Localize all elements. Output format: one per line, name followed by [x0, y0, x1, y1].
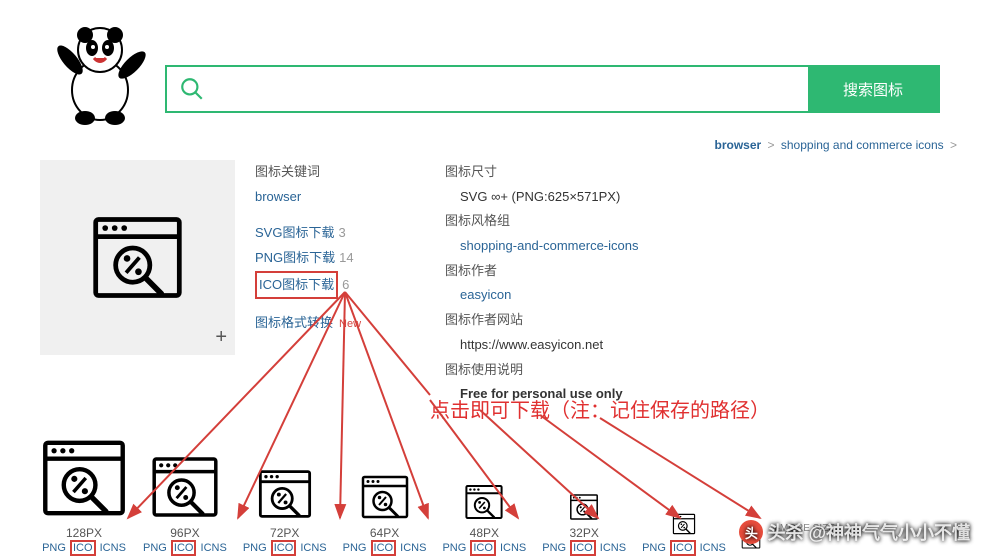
site-label: 图标作者网站 — [445, 308, 725, 333]
fmt-icns[interactable]: ICNS — [699, 542, 727, 554]
search-input[interactable] — [217, 67, 808, 111]
search-icon — [167, 67, 217, 111]
ico-download-link[interactable]: ICO图标下载 — [259, 277, 334, 292]
size-px-label: 96PX — [170, 526, 199, 540]
watermark-icon: 头 — [739, 520, 763, 544]
size-item-72PX: 72PXPNG ICO ICNS — [242, 432, 328, 554]
size-formats: PNG ICO ICNS — [441, 542, 527, 554]
fmt-ico[interactable]: ICO — [670, 540, 696, 556]
browser-percent-icon[interactable] — [40, 434, 128, 522]
search-button[interactable]: 搜索图标 — [808, 67, 938, 111]
search-bar: 搜索图标 — [165, 65, 940, 113]
png-download-link[interactable]: PNG图标下载 — [255, 250, 335, 265]
fmt-icns[interactable]: ICNS — [499, 542, 527, 554]
fmt-ico[interactable]: ICO — [271, 540, 297, 556]
size-formats: PNG ICO ICNS — [242, 542, 328, 554]
size-item-128PX: 128PX PNG ICO ICNS — [40, 432, 128, 554]
fmt-png[interactable]: PNG — [142, 542, 168, 554]
fmt-ico[interactable]: ICO — [70, 540, 96, 556]
browser-percent-icon[interactable] — [464, 482, 504, 522]
fmt-png[interactable]: PNG — [41, 542, 67, 554]
fmt-png[interactable]: PNG — [342, 542, 368, 554]
new-badge: New — [333, 318, 361, 330]
size-item-32PX: 32PXPNG ICO ICNS — [541, 432, 627, 554]
fmt-icns[interactable]: ICNS — [200, 542, 228, 554]
fmt-ico[interactable]: ICO — [371, 540, 397, 556]
license-label: 图标使用说明 — [445, 358, 725, 383]
fmt-icns[interactable]: ICNS — [99, 542, 127, 554]
style-link[interactable]: shopping-and-commerce-icons — [460, 238, 638, 253]
zoom-plus-icon[interactable]: + — [215, 326, 227, 349]
style-label: 图标风格组 — [445, 209, 725, 234]
fmt-ico[interactable]: ICO — [470, 540, 496, 556]
breadcrumb-browser[interactable]: browser — [714, 138, 761, 152]
svg-download-link[interactable]: SVG图标下载 — [255, 225, 334, 240]
size-label: 图标尺寸 — [445, 160, 725, 185]
size-px-label: 64PX — [370, 526, 399, 540]
size-px-label: 48PX — [470, 526, 499, 540]
size-px-label: 32PX — [569, 526, 598, 540]
icon-preview: + — [40, 160, 235, 355]
fmt-icns[interactable]: ICNS — [299, 542, 327, 554]
browser-percent-icon[interactable] — [257, 466, 313, 522]
browser-percent-icon[interactable] — [672, 512, 696, 536]
size-value: SVG ∞+ (PNG:625×571PX) — [445, 185, 725, 210]
size-px-label: 128PX — [66, 526, 102, 540]
size-formats: PNG ICO ICNS — [142, 542, 228, 554]
fmt-png[interactable]: PNG — [441, 542, 467, 554]
size-px-label: 72PX — [270, 526, 299, 540]
browser-percent-icon[interactable] — [150, 452, 220, 522]
fmt-png[interactable]: PNG — [541, 542, 567, 554]
browser-percent-icon — [90, 210, 185, 305]
size-item-96PX: 96PXPNG ICO ICNS — [142, 432, 228, 554]
size-formats: PNG ICO ICNS — [41, 542, 127, 554]
size-item-48PX: 48PXPNG ICO ICNS — [441, 432, 527, 554]
fmt-ico[interactable]: ICO — [570, 540, 596, 556]
browser-percent-icon[interactable] — [569, 492, 599, 522]
panda-logo — [50, 10, 150, 130]
watermark: 头 头杀 @神神气气小小不懂 — [739, 519, 970, 545]
size-formats: PNG ICO ICNS — [541, 542, 627, 554]
format-convert-link[interactable]: 图标格式转换 — [255, 315, 333, 330]
size-item-6: PNG ICO ICNS — [641, 446, 727, 554]
breadcrumb: browser > shopping and commerce icons > — [0, 130, 1000, 160]
fmt-png[interactable]: PNG — [242, 542, 268, 554]
keyword-browser[interactable]: browser — [255, 189, 301, 204]
browser-percent-icon[interactable] — [360, 472, 410, 522]
fmt-icns[interactable]: ICNS — [399, 542, 427, 554]
author-link[interactable]: easyicon — [460, 287, 511, 302]
site-value: https://www.easyicon.net — [445, 333, 725, 358]
fmt-png[interactable]: PNG — [641, 542, 667, 554]
size-formats: PNG ICO ICNS — [342, 542, 428, 554]
fmt-icns[interactable]: ICNS — [599, 542, 627, 554]
fmt-ico[interactable]: ICO — [171, 540, 197, 556]
breadcrumb-category[interactable]: shopping and commerce icons — [781, 138, 944, 152]
author-label: 图标作者 — [445, 259, 725, 284]
size-item-64PX: 64PXPNG ICO ICNS — [342, 432, 428, 554]
size-formats: PNG ICO ICNS — [641, 542, 727, 554]
keywords-label: 图标关键词 — [255, 160, 425, 185]
